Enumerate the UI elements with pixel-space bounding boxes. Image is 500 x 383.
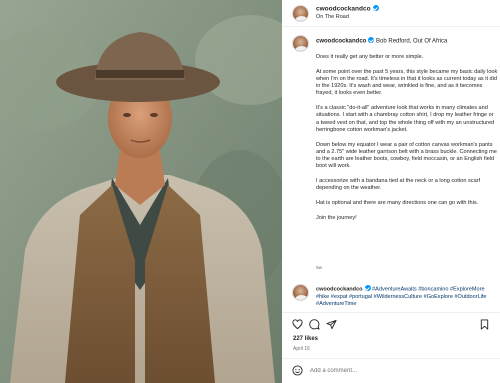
caption-paragraph: Join the journey! — [316, 214, 357, 221]
header-username[interactable]: cwoodcockandco — [316, 5, 379, 13]
post-header: cwoodcockandco On The Road — [282, 0, 500, 27]
bookmark-icon[interactable] — [479, 319, 490, 330]
caption-paragraph: Down below my equator I wear a pair of c… — [316, 141, 497, 170]
verified-badge-icon — [368, 37, 375, 43]
avatar[interactable] — [292, 284, 309, 301]
caption-text: Does it really get any better or more si… — [316, 54, 498, 229]
avatar[interactable] — [292, 35, 309, 52]
likes-count[interactable]: 227 likes — [293, 336, 318, 342]
caption-paragraph: At some point over the past 5 years, thi… — [316, 68, 498, 97]
verified-badge-icon — [364, 285, 371, 291]
caption-paragraph: I accessorize with a bandana tied at the… — [316, 178, 481, 192]
comment-username[interactable]: cwoodcockandco — [316, 287, 363, 293]
comment-item: cwoodcockandco #AdventureAwaits #boncami… — [282, 280, 500, 310]
comment-bubble-icon[interactable] — [309, 319, 320, 330]
caption-header: cwoodcockandco Bob Redford, Out Of Afric… — [316, 37, 447, 45]
post-date[interactable]: April 16 — [293, 346, 310, 352]
heart-icon[interactable] — [292, 319, 303, 330]
post-location[interactable]: On The Road — [316, 14, 349, 20]
caption-section: cwoodcockandco Bob Redford, Out Of Afric… — [282, 27, 500, 278]
post-photo[interactable] — [0, 0, 282, 383]
action-bar — [282, 312, 500, 334]
caption-paragraph: Hat is optional and there are many direc… — [316, 199, 479, 206]
avatar[interactable] — [292, 5, 309, 22]
paper-plane-icon[interactable] — [326, 319, 337, 330]
post-detail-panel: cwoodcockandco On The Road cwoodcockandc… — [282, 0, 500, 383]
comment-text: cwoodcockandco #AdventureAwaits #boncami… — [316, 285, 496, 308]
post-photo-illustration — [0, 0, 282, 383]
caption-paragraph: It's a classic "do-it-all" adventure loo… — [316, 105, 495, 133]
comment-input[interactable] — [310, 365, 490, 377]
caption-username[interactable]: cwoodcockandco — [316, 39, 366, 45]
caption-subject: Bob Redford, Out Of Africa — [376, 38, 448, 45]
smiley-icon[interactable] — [292, 365, 303, 376]
username-text[interactable]: cwoodcockandco — [316, 6, 371, 13]
caption-timestamp[interactable]: 9w — [316, 266, 322, 271]
caption-paragraph: Does it really get any better or more si… — [316, 54, 424, 60]
add-comment-bar — [282, 358, 500, 383]
verified-badge-icon — [372, 5, 379, 11]
